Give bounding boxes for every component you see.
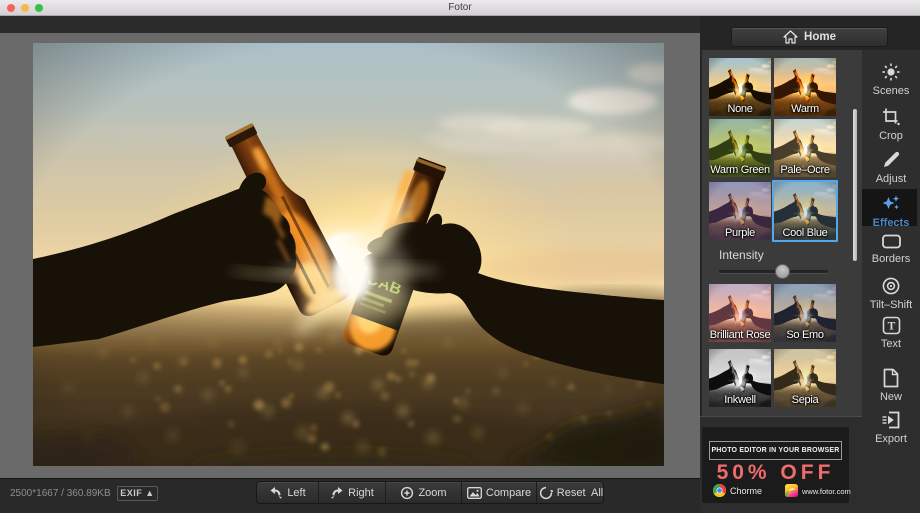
svg-text:T: T: [887, 321, 895, 333]
